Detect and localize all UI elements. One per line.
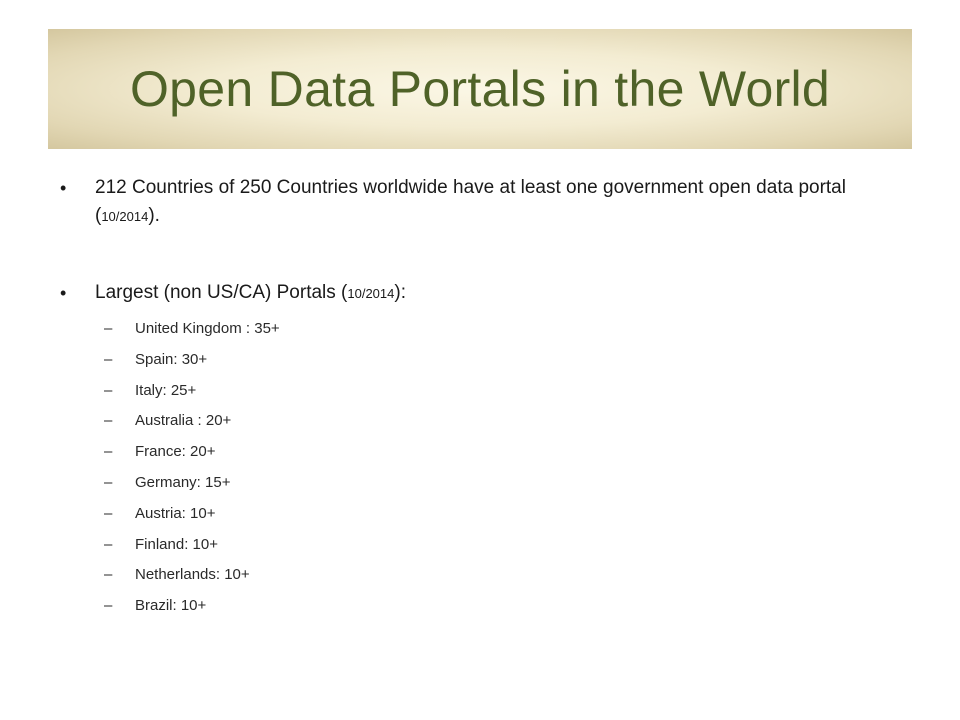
dash-marker: – bbox=[104, 597, 113, 615]
portal-label: Finland: 10+ bbox=[135, 535, 218, 553]
dash-marker: – bbox=[104, 320, 113, 337]
portal-label: Germany: 15+ bbox=[135, 473, 231, 491]
slide: Open Data Portals in the World • 212 Cou… bbox=[0, 0, 960, 720]
bullet-date: 10/2014 bbox=[347, 286, 395, 301]
bullet-marker: • bbox=[60, 283, 67, 303]
portal-item: – United Kingdom : 35+ bbox=[104, 318, 890, 349]
portal-label: Australia : 20+ bbox=[135, 412, 232, 430]
portal-label: France: 20+ bbox=[135, 443, 216, 461]
bullet-text: Largest (non US/CA) Portals ( bbox=[95, 282, 348, 303]
dash-marker: – bbox=[104, 566, 113, 584]
portal-label: United Kingdom : 35+ bbox=[135, 320, 280, 337]
bullet-countries: • 212 Countries of 250 Countries worldwi… bbox=[60, 174, 890, 231]
portal-item: – Netherlands: 10+ bbox=[104, 564, 890, 595]
portal-label: Netherlands: 10+ bbox=[135, 566, 250, 584]
portal-item: – France: 20+ bbox=[104, 441, 890, 472]
portal-item: – Italy: 25+ bbox=[104, 380, 890, 411]
slide-title: Open Data Portals in the World bbox=[129, 61, 831, 117]
bullet-text-end: ). bbox=[148, 205, 160, 226]
bullet-largest-portals: • Largest (non US/CA) Portals (10/2014): bbox=[60, 279, 890, 308]
bullet-text: 212 Countries of 250 Countries worldwide… bbox=[95, 177, 846, 226]
dash-marker: – bbox=[104, 443, 113, 461]
dash-marker: – bbox=[104, 350, 113, 368]
dash-marker: – bbox=[104, 473, 113, 491]
portal-list: – United Kingdom : 35+ – Spain: 30+ – Italy… bbox=[60, 318, 890, 626]
dash-marker: – bbox=[104, 535, 113, 553]
bullet-date: 10/2014 bbox=[101, 209, 149, 224]
portal-label: Brazil: 10+ bbox=[135, 597, 207, 615]
slide-content: • 212 Countries of 250 Countries worldwi… bbox=[60, 174, 890, 626]
dash-marker: – bbox=[104, 381, 113, 399]
bullet-text-end: ): bbox=[394, 282, 406, 303]
title-band: Open Data Portals in the World bbox=[48, 29, 912, 149]
dash-marker: – bbox=[104, 504, 113, 522]
portal-item: – Austria: 10+ bbox=[104, 503, 890, 534]
portal-item: – Brazil: 10+ bbox=[104, 595, 890, 626]
portal-item: – Spain: 30+ bbox=[104, 349, 890, 380]
portal-label: Italy: 25+ bbox=[135, 381, 197, 399]
bullet-marker: • bbox=[60, 178, 67, 198]
dash-marker: – bbox=[104, 412, 113, 430]
portal-item: – Germany: 15+ bbox=[104, 472, 890, 503]
portal-item: – Finland: 10+ bbox=[104, 534, 890, 565]
portal-label: Spain: 30+ bbox=[135, 350, 208, 368]
portal-label: Austria: 10+ bbox=[135, 504, 216, 522]
portal-item: – Australia : 20+ bbox=[104, 410, 890, 441]
